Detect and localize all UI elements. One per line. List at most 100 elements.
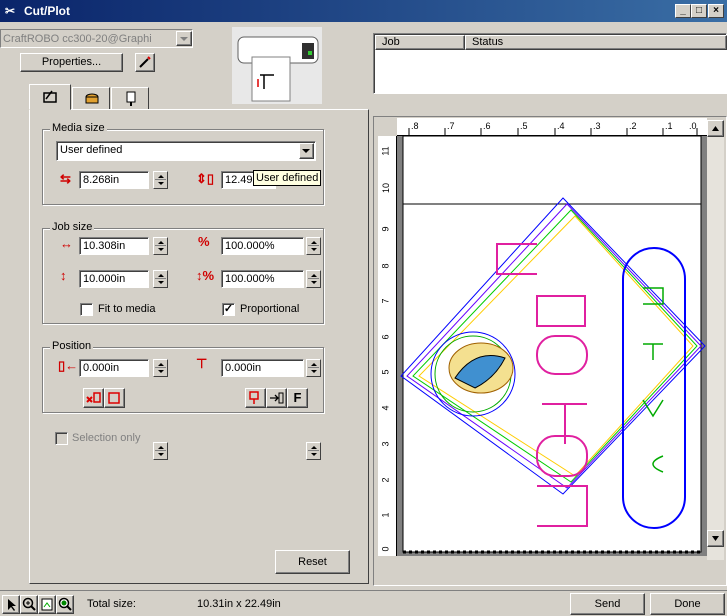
clear-origin-button[interactable] (83, 388, 104, 408)
media-width-input[interactable]: 8.268in (79, 171, 149, 189)
job-height-percent-value: 100.000% (225, 273, 275, 285)
tooltip: User defined (253, 170, 322, 186)
zoom-out-button[interactable] (56, 595, 74, 614)
media-size-value: User defined (60, 144, 123, 156)
total-size-label: Total size: (87, 598, 136, 610)
device-select[interactable]: CraftROBO cc300-20@Graphi (0, 29, 193, 48)
position-label: Position (50, 340, 94, 352)
f-button[interactable]: F (287, 388, 308, 408)
media-width-spinner[interactable] (153, 171, 168, 189)
job-height-input[interactable]: 10.000in (79, 270, 149, 288)
ruler-top-label: .5 (520, 121, 528, 131)
ruler-left-label: 9 (380, 226, 391, 232)
window-title: Cut/Plot (24, 4, 70, 18)
scroll-up-button[interactable] (707, 120, 724, 137)
title-bar[interactable]: ✂ Cut/Plot _ □ × (0, 0, 727, 22)
job-height-percent-input[interactable]: 100.000% (221, 270, 304, 288)
properties-button[interactable]: Properties... (20, 53, 123, 72)
top-ruler: .8 .7 .6 .5 .4 .3 .2 .1 .0 (397, 118, 707, 136)
position-x-spinner[interactable] (153, 359, 168, 377)
horizontal-scrollbar[interactable] (378, 558, 707, 570)
set-origin-button[interactable] (104, 388, 125, 408)
ruler-top-label: .3 (593, 121, 601, 131)
job-width-percent-spinner[interactable] (306, 237, 321, 255)
job-width-percent-icon: % (198, 234, 210, 249)
job-width-icon: ↔ (60, 236, 73, 251)
proportional-label: Proportional (240, 303, 300, 315)
ruler-top-label: .7 (447, 121, 455, 131)
selection-only-checkbox[interactable] (55, 432, 68, 445)
job-width-input[interactable]: 10.308in (79, 237, 149, 255)
maximize-button[interactable]: □ (691, 4, 707, 18)
send-button[interactable]: Send (570, 593, 645, 615)
ruler-left-label: 6 (380, 334, 391, 340)
close-button[interactable]: × (708, 4, 724, 18)
job-height-value: 10.000in (83, 273, 126, 285)
zoom-in-button[interactable] (20, 595, 38, 614)
job-width-value: 10.308in (83, 240, 126, 252)
ruler-left-label: 2 (380, 477, 391, 483)
tab-cut-settings[interactable] (29, 84, 71, 110)
feed-button[interactable] (266, 388, 287, 408)
position-y-value: 0.000in (225, 362, 262, 374)
status-column-label: Status (472, 36, 504, 48)
media-size-select[interactable]: User defined (56, 141, 316, 161)
ruler-left-label: 7 (380, 298, 391, 304)
tool-button[interactable] (135, 53, 155, 72)
job-height-icon: ↕ (60, 268, 67, 283)
fit-page-button[interactable] (38, 595, 56, 614)
minimize-button[interactable]: _ (675, 4, 691, 18)
position-x-icon: ▯← (58, 358, 79, 373)
ruler-left-label: 5 (380, 369, 391, 375)
tab-media[interactable] (72, 87, 110, 110)
media-size-dropdown-button[interactable] (299, 143, 314, 159)
position-y-input[interactable]: 0.000in (221, 359, 304, 377)
arrow-down-icon (712, 536, 719, 541)
ruler-top-label: .8 (411, 121, 419, 131)
job-list[interactable]: Job Status (373, 33, 727, 94)
chevron-down-icon (302, 149, 310, 153)
roll-tab-icon (85, 93, 99, 104)
job-height-percent-icon: ↕% (196, 268, 215, 283)
ruler-left-label: 4 (380, 405, 391, 411)
set-origin-icon (108, 392, 120, 404)
reset-button[interactable]: Reset (275, 550, 350, 574)
plot-canvas[interactable] (397, 135, 707, 556)
zoom-in-icon (22, 597, 36, 611)
status-column-header[interactable]: Status (465, 35, 727, 50)
device-dropdown-button[interactable] (176, 31, 192, 46)
device-select-value: CraftROBO cc300-20@Graphi (3, 33, 152, 45)
job-width-percent-value: 100.000% (225, 240, 275, 252)
position-x-input[interactable]: 0.000in (79, 359, 149, 377)
app-icon: ✂ (5, 4, 16, 18)
ruler-top-label: .6 (483, 121, 491, 131)
ruler-left-label: 10 (381, 182, 392, 194)
ruler-left-label: 8 (380, 263, 391, 269)
job-height-percent-spinner[interactable] (306, 270, 321, 288)
job-size-label: Job size (50, 221, 95, 233)
position-y-spinner[interactable] (306, 359, 321, 377)
select-tool-button[interactable] (2, 595, 20, 614)
media-height-value: 12.49 (225, 174, 253, 186)
selection-spinner-2[interactable] (306, 442, 321, 460)
job-width-spinner[interactable] (153, 237, 168, 255)
job-column-header[interactable]: Job (375, 35, 465, 50)
job-height-spinner[interactable] (153, 270, 168, 288)
position-y-icon: ⊤ (196, 356, 208, 371)
vertical-scrollbar[interactable] (707, 120, 724, 560)
ruler-top-label: .4 (557, 121, 565, 131)
fit-to-media-checkbox[interactable] (80, 303, 93, 316)
status-bar: Total size: 10.31in x 22.49in Send Done (0, 590, 727, 616)
move-to-origin-button[interactable] (245, 388, 266, 408)
plotter-image (232, 27, 322, 104)
scroll-down-button[interactable] (707, 530, 724, 547)
tab-tool[interactable] (111, 87, 149, 110)
ruler-left-label: 0 (380, 546, 391, 552)
selection-spinner-1[interactable] (153, 442, 168, 460)
proportional-checkbox[interactable]: ✓ (222, 303, 235, 316)
job-width-percent-input[interactable]: 100.000% (221, 237, 304, 255)
move-origin-icon (249, 391, 259, 404)
done-button[interactable]: Done (650, 593, 725, 615)
media-width-icon: ⇆ (60, 171, 71, 186)
left-ruler: 11 10 9 8 7 6 5 4 3 2 1 0 (378, 136, 397, 556)
